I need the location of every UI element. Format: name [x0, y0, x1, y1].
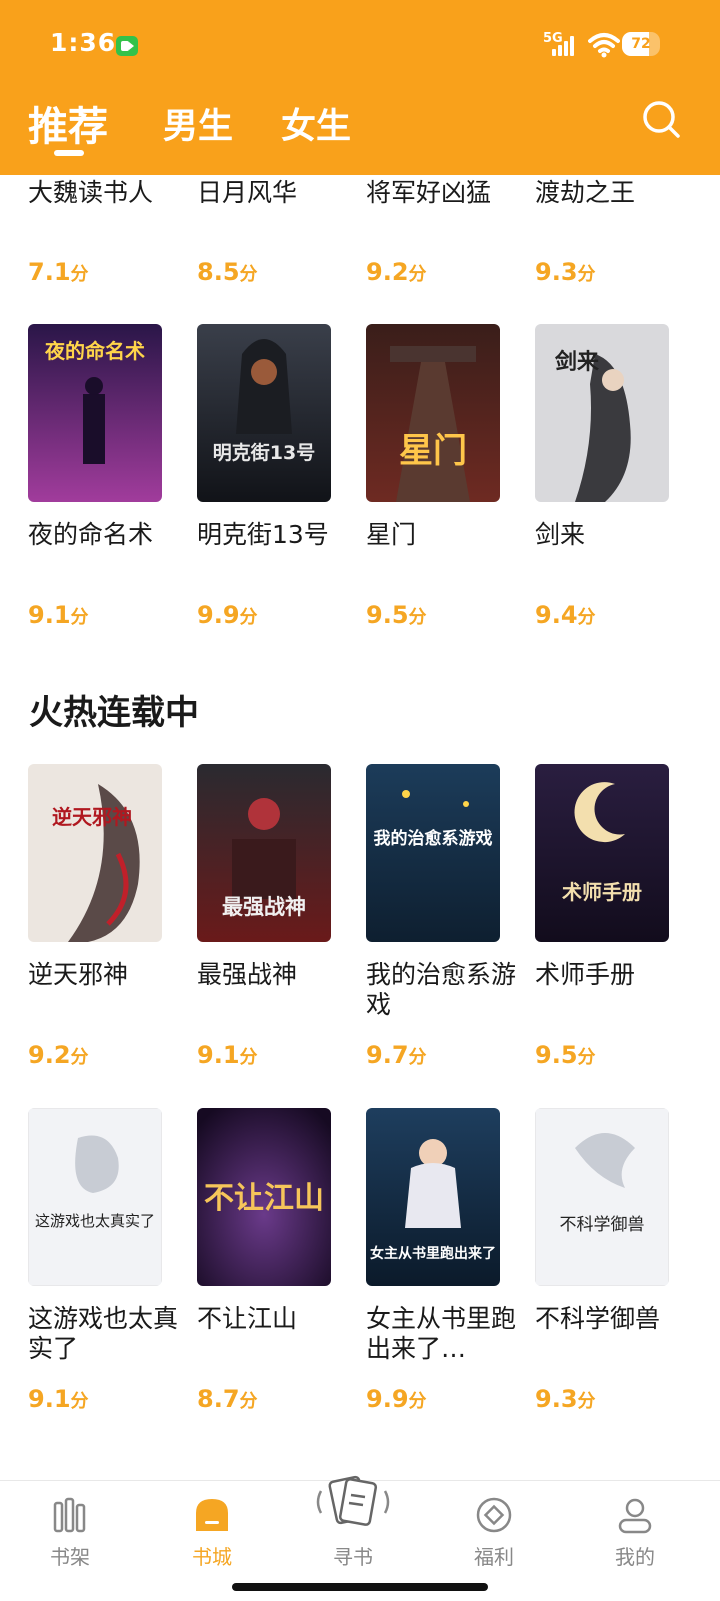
book-score: 7.1分: [28, 258, 89, 286]
book-cover[interactable]: 逆天邪神: [28, 764, 162, 942]
book-score: 9.1分: [28, 601, 89, 629]
cover-title: 术师手册: [562, 880, 642, 904]
tab-recommend[interactable]: 推荐: [28, 94, 108, 152]
book-cover[interactable]: 星门: [366, 324, 500, 502]
book-cover[interactable]: 不科学御兽: [535, 1108, 669, 1286]
nav-profile[interactable]: 我的: [585, 1481, 685, 1571]
cover-title: 最强战神: [222, 895, 306, 919]
book-cover[interactable]: 不让江山: [197, 1108, 331, 1286]
book-cover[interactable]: 这游戏也太真实了: [28, 1108, 162, 1286]
nav-welfare[interactable]: 福利: [444, 1481, 544, 1571]
cover-title: 逆天邪神: [52, 805, 132, 829]
home-indicator[interactable]: [232, 1583, 488, 1591]
book-title: 剑来: [535, 520, 586, 549]
book-title: 不让江山: [197, 1304, 298, 1333]
nav-label: 福利: [474, 1545, 514, 1569]
book-score: 9.2分: [28, 1041, 89, 1069]
profile-icon: [618, 1498, 652, 1534]
nav-label: 书城: [192, 1545, 232, 1569]
status-bar: 1:36 5G 72: [0, 0, 720, 90]
nav-label: 我的: [615, 1545, 655, 1569]
find-book-icon: [316, 1475, 390, 1526]
nav-label: 寻书: [333, 1545, 373, 1569]
book-score: 9.1分: [197, 1041, 258, 1069]
bookstore-icon: [196, 1499, 228, 1531]
cover-title: 女主从书里跑出来了: [370, 1245, 496, 1262]
cover-title: 我的治愈系游戏: [374, 828, 493, 849]
book-title: 我的治愈系游戏: [366, 960, 517, 1019]
nav-find-book[interactable]: 寻书: [303, 1475, 403, 1571]
book-score: 8.5分: [197, 258, 258, 286]
book-title: 不科学御兽: [535, 1304, 661, 1333]
book-score: 9.2分: [366, 258, 427, 286]
book-feed[interactable]: 大魏读书人 7.1分 日月风华 8.5分 将军好凶猛 9.2分 渡劫之王 9.3…: [0, 175, 720, 1480]
section-title: 火热连载中: [29, 693, 199, 733]
nav-bookshelf[interactable]: 书架: [20, 1481, 120, 1571]
battery-level: 72: [631, 36, 651, 52]
book-score: 9.4分: [535, 601, 596, 629]
book-score: 9.7分: [366, 1041, 427, 1069]
cellular-signal-icon: [552, 36, 576, 56]
book-cover[interactable]: 我的治愈系游戏: [366, 764, 500, 942]
tab-male[interactable]: 男生: [163, 98, 233, 149]
book-cover[interactable]: 女主从书里跑出来了: [366, 1108, 500, 1286]
cover-title: 这游戏也太真实了: [35, 1212, 155, 1230]
cover-title: 星门: [399, 431, 467, 471]
facetime-indicator-icon: [116, 36, 138, 56]
cover-title: 剑来: [554, 349, 600, 375]
book-score: 9.3分: [535, 258, 596, 286]
search-icon[interactable]: [640, 98, 682, 140]
book-title: 逆天邪神: [28, 960, 129, 989]
book-score: 9.5分: [535, 1041, 596, 1069]
tab-female[interactable]: 女生: [281, 98, 351, 149]
wifi-icon: [588, 33, 620, 58]
book-score: 9.9分: [197, 601, 258, 629]
book-title: 明克街13号: [197, 520, 329, 549]
cover-title: 夜的命名术: [44, 339, 145, 363]
status-time: 1:36: [50, 28, 117, 57]
book-title: 星门: [366, 520, 417, 549]
cover-title: 不科学御兽: [560, 1215, 645, 1235]
book-title: 术师手册: [535, 960, 636, 989]
book-cover[interactable]: 最强战神: [197, 764, 331, 942]
book-title: 将军好凶猛: [366, 178, 492, 207]
welfare-icon: [476, 1497, 512, 1533]
book-cover[interactable]: 明克街13号: [197, 324, 331, 502]
book-title: 日月风华: [197, 178, 298, 207]
cover-title: 明克街13号: [213, 441, 315, 464]
book-title: 夜的命名术: [28, 520, 154, 549]
book-score: 9.9分: [366, 1385, 427, 1413]
nav-bookstore[interactable]: 书城: [162, 1481, 262, 1571]
book-cover[interactable]: 术师手册: [535, 764, 669, 942]
book-title: 渡劫之王: [535, 178, 636, 207]
book-title: 这游戏也太真实了: [28, 1304, 179, 1363]
battery-icon: 72: [622, 32, 660, 56]
active-tab-indicator: [54, 150, 84, 156]
app-header: 1:36 5G 72 推荐 男生 女生: [0, 0, 720, 175]
book-score: 9.3分: [535, 1385, 596, 1413]
book-score: 9.5分: [366, 601, 427, 629]
cover-title: 不让江山: [204, 1181, 324, 1216]
book-cover[interactable]: 剑来: [535, 324, 669, 502]
book-cover[interactable]: 夜的命名术: [28, 324, 162, 502]
book-title: 最强战神: [197, 960, 298, 989]
book-title: 女主从书里跑出来了…: [366, 1304, 517, 1363]
bookshelf-icon: [53, 1497, 86, 1533]
book-score: 8.7分: [197, 1385, 258, 1413]
category-tabs: 推荐 男生 女生: [0, 92, 720, 172]
book-title: 大魏读书人: [28, 178, 154, 207]
nav-label: 书架: [50, 1545, 90, 1569]
book-score: 9.1分: [28, 1385, 89, 1413]
